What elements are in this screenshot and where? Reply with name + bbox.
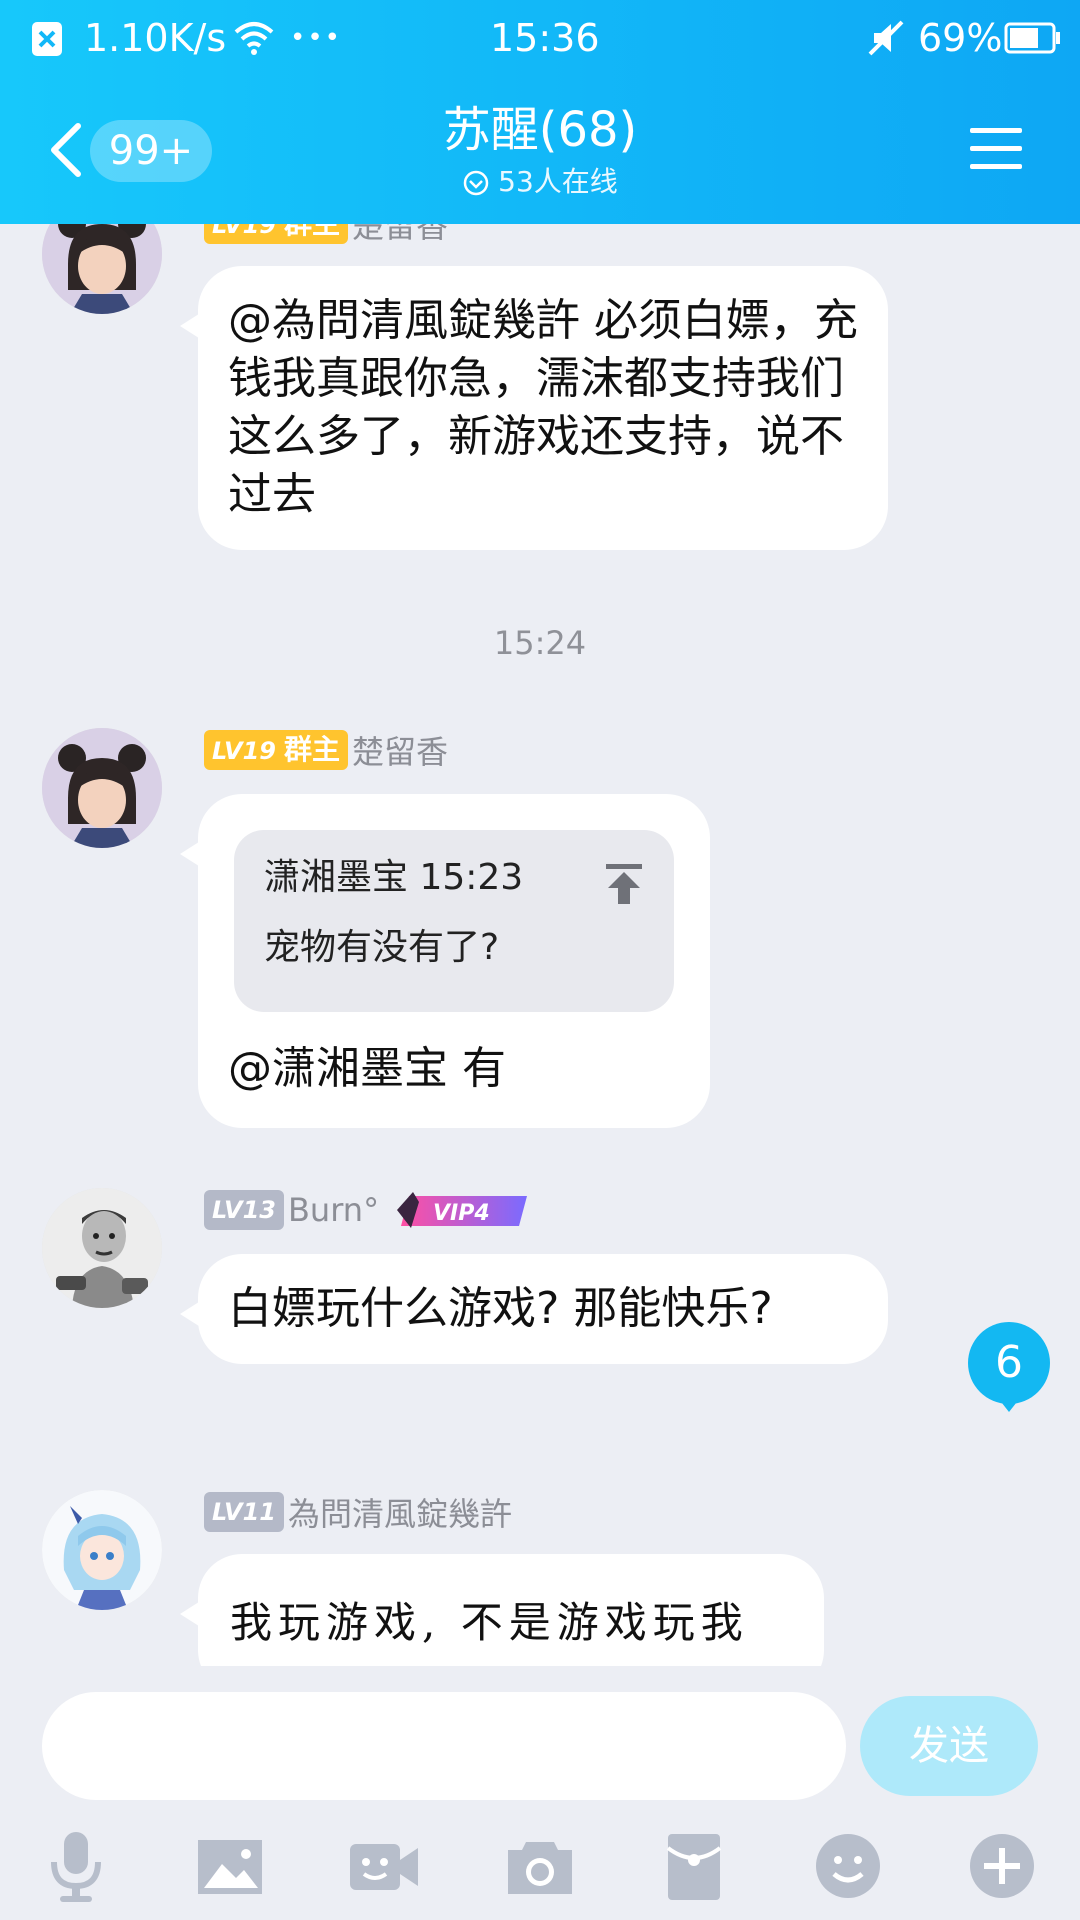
message-list[interactable]: LV19群主 楚留香 @為問清風錠幾許 必须白嫖，充钱我真跟你急，濡沫都支持我们… [0, 224, 1080, 1666]
message-bubble[interactable]: 我玩游戏, 不是游戏玩我 [180, 1554, 824, 1666]
avatar-sketch-man-image [42, 1188, 162, 1308]
camera-icon[interactable] [500, 1826, 580, 1906]
level-badge: LV19群主 [204, 224, 348, 244]
status-bar: 1.10K/s ••• 15:36 69% [0, 0, 1080, 80]
mute-icon [868, 20, 904, 56]
avatar-girl-image [42, 728, 162, 848]
sender-name[interactable]: 楚留香 [352, 224, 448, 247]
clock: 15:36 [490, 16, 600, 60]
jump-to-top-icon[interactable] [602, 860, 646, 908]
online-count-label: 53人在线 [498, 165, 618, 198]
timestamp: 15:24 [493, 624, 587, 662]
video-call-icon[interactable] [344, 1826, 424, 1906]
image-icon[interactable] [190, 1826, 270, 1906]
red-packet-icon[interactable] [654, 1826, 734, 1906]
message-input[interactable] [42, 1692, 846, 1800]
sender-row: LV13 Burn° VIP4 [204, 1188, 531, 1232]
wifi-icon [234, 22, 274, 55]
avatar[interactable] [42, 1188, 162, 1308]
quote-text: 宠物有没有了? [264, 927, 500, 968]
avatar-anime-girl-image [42, 1490, 162, 1610]
quoted-message[interactable]: 潇湘墨宝 15:23 宠物有没有了? [234, 830, 674, 1012]
app-notification-icon [32, 22, 62, 56]
message-bubble[interactable]: 潇湘墨宝 15:23 宠物有没有了? @潇湘墨宝 有 [180, 794, 710, 1128]
message-bubble[interactable]: @為問清風錠幾許 必须白嫖，充钱我真跟你急，濡沫都支持我们这么多了，新游戏还支持… [180, 266, 888, 550]
sender-row: LV19群主 楚留香 [204, 728, 448, 772]
online-count[interactable]: 53人在线 [0, 164, 1080, 200]
battery-percent: 69% [918, 16, 1003, 60]
sender-row: LV11 為問清風錠幾許 [204, 1490, 512, 1534]
sender-name[interactable]: 為問清風錠幾許 [288, 1489, 512, 1535]
message-text: 我玩游戏, 不是游戏玩我 [230, 1598, 749, 1647]
avatar[interactable] [42, 224, 162, 314]
chevron-down-icon [463, 170, 489, 196]
new-message-badge[interactable]: 6 [968, 1322, 1050, 1412]
message-bubble[interactable]: 白嫖玩什么游戏? 那能快乐? [180, 1254, 888, 1364]
avatar[interactable] [42, 728, 162, 848]
quote-header: 潇湘墨宝 15:23 [264, 857, 524, 898]
message-text: @潇湘墨宝 有 [228, 1043, 506, 1094]
send-button[interactable]: 发送 [860, 1696, 1038, 1796]
more-status-icon: ••• [290, 23, 343, 53]
plus-icon[interactable] [962, 1826, 1042, 1906]
chat-header: 1.10K/s ••• 15:36 69% 99+ 苏醒(68) 53人在线 [0, 0, 1080, 224]
emoji-icon[interactable] [808, 1826, 888, 1906]
sender-row: LV19群主 楚留香 [204, 224, 448, 246]
sender-name[interactable]: 楚留香 [352, 727, 448, 773]
mic-icon[interactable] [36, 1826, 116, 1906]
svg-text:VIP4: VIP4 [433, 1201, 490, 1226]
avatar-girl-image [42, 224, 162, 314]
message-text: 白嫖玩什么游戏? 那能快乐? [228, 1283, 773, 1334]
composer: 发送 [0, 1666, 1080, 1920]
avatar[interactable] [42, 1490, 162, 1610]
group-title[interactable]: 苏醒(68) [0, 100, 1080, 160]
menu-icon[interactable] [968, 124, 1024, 174]
message-text: @為問清風錠幾許 必须白嫖，充钱我真跟你急，濡沫都支持我们这么多了，新游戏还支持… [228, 295, 858, 520]
battery-icon [1004, 22, 1060, 54]
level-badge: LV19群主 [204, 730, 348, 770]
network-speed: 1.10K/s [84, 16, 227, 60]
sender-name[interactable]: Burn° [288, 1191, 379, 1229]
level-badge: LV13 [204, 1190, 284, 1230]
vip-badge-icon[interactable]: VIP4 [395, 1188, 531, 1232]
level-badge: LV11 [204, 1492, 284, 1532]
